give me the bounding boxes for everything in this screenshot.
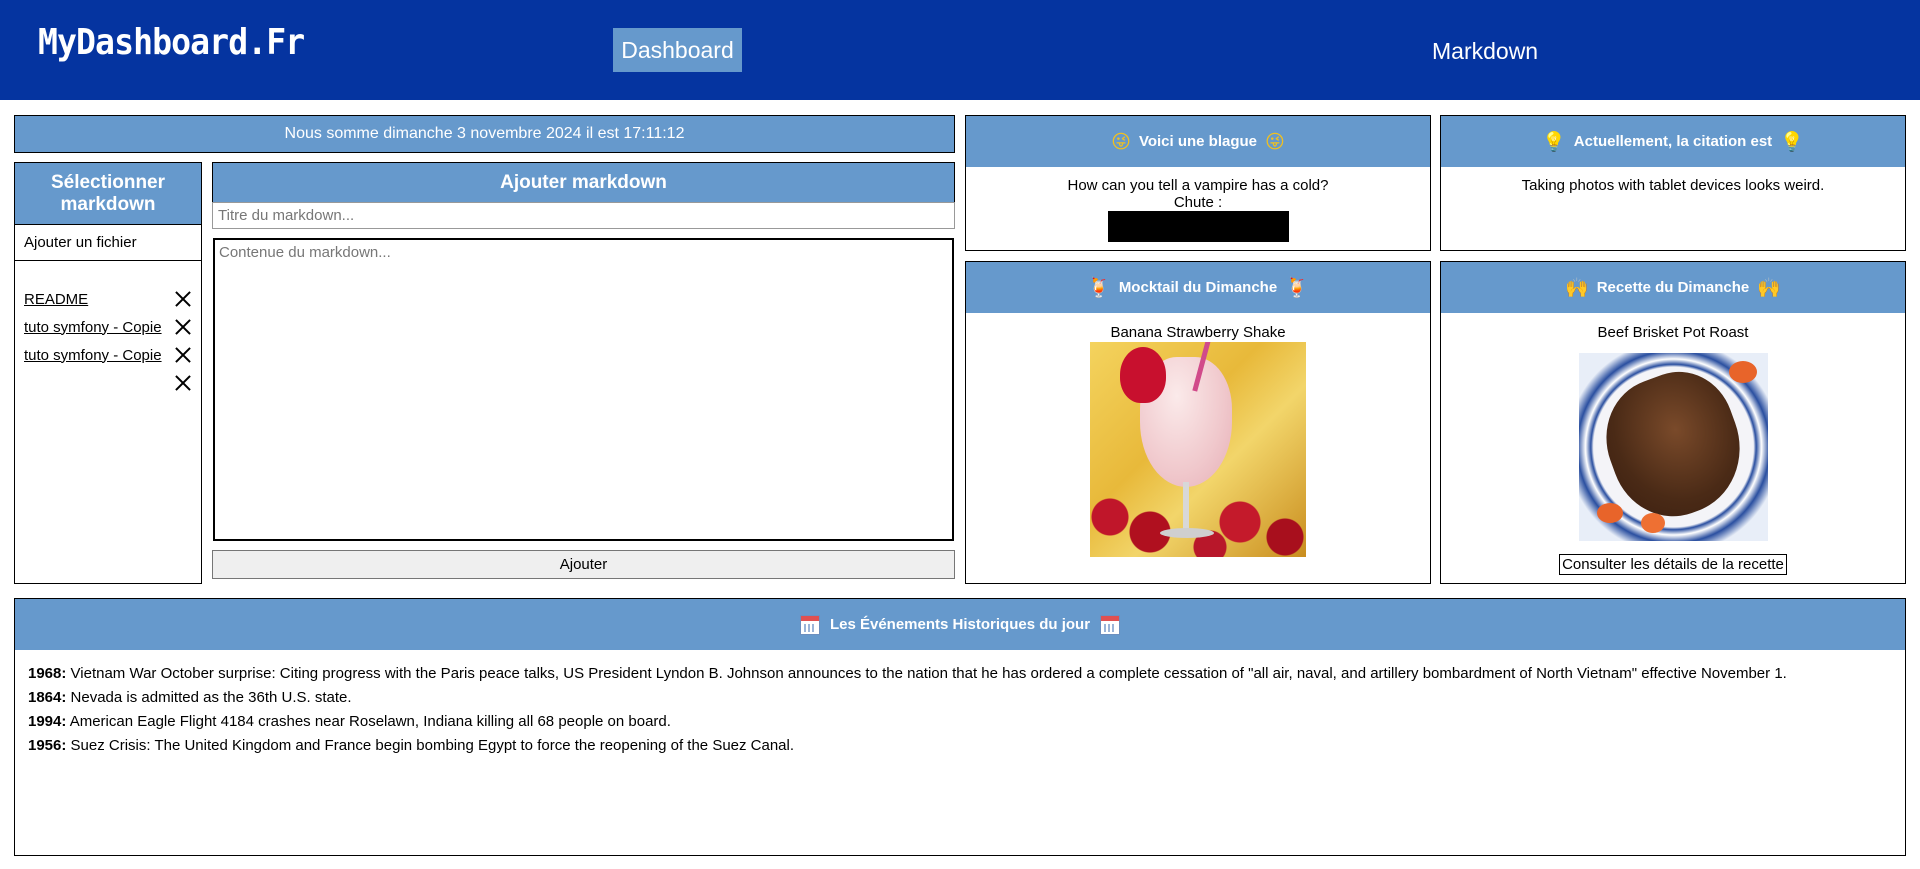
list-item: 1956: Suez Crisis: The United Kingdom an…: [28, 734, 1905, 758]
raised-hands-icon: 🙌: [1757, 277, 1781, 299]
date-banner: Nous somme dimanche 3 novembre 2024 il e…: [14, 115, 955, 153]
event-year: 1994:: [28, 713, 67, 730]
list-item: 1994: American Eagle Flight 4184 crashes…: [28, 710, 1905, 734]
list-item: tuto symfony - Copie: [24, 341, 191, 369]
joke-title: Voici une blague: [1138, 133, 1258, 150]
event-text: Vietnam War October surprise: Citing pro…: [66, 665, 1787, 682]
joke-card: 😜 Voici une blague 😜 How can you tell a …: [965, 115, 1431, 251]
joke-body: How can you tell a vampire has a cold? C…: [966, 167, 1430, 242]
site-logo[interactable]: MyDashboard.Fr: [38, 22, 305, 63]
quote-header: 💡 Actuellement, la citation est 💡: [1441, 116, 1905, 167]
select-markdown-panel: Sélectionner markdown Ajouter un fichier…: [14, 162, 202, 584]
delete-icon[interactable]: [175, 319, 191, 335]
mocktail-image: [1090, 342, 1306, 557]
add-markdown-panel: Ajouter markdown Ajouter: [212, 162, 955, 584]
list-item: 1968: Vietnam War October surprise: Citi…: [28, 662, 1905, 686]
raised-hands-icon: 🙌: [1565, 277, 1589, 299]
history-title: Les Événements Historiques du jour: [829, 616, 1091, 633]
recipe-details-button[interactable]: Consulter les détails de la recette: [1559, 554, 1787, 575]
quote-card: 💡 Actuellement, la citation est 💡 Taking…: [1440, 115, 1906, 251]
markdown-list: README tuto symfony - Copie tuto symfony…: [15, 261, 201, 397]
recipe-name: Beef Brisket Pot Roast: [1597, 324, 1749, 341]
lightbulb-icon: 💡: [1780, 131, 1804, 153]
select-markdown-title: Sélectionner markdown: [15, 163, 201, 225]
history-events-list: 1968: Vietnam War October surprise: Citi…: [15, 650, 1905, 758]
history-header: Les Événements Historiques du jour: [15, 599, 1905, 650]
recipe-body: Beef Brisket Pot Roast Consulter les dét…: [1441, 313, 1905, 575]
mocktail-body: Banana Strawberry Shake: [966, 313, 1430, 557]
recipe-image: [1578, 353, 1768, 541]
mocktail-title: Mocktail du Dimanche: [1118, 279, 1278, 296]
event-year: 1956:: [28, 737, 67, 754]
drink-icon: 🍹: [1087, 277, 1111, 299]
delete-icon[interactable]: [175, 347, 191, 363]
nav-dashboard-link[interactable]: Dashboard: [613, 28, 742, 72]
mocktail-name: Banana Strawberry Shake: [1110, 324, 1286, 341]
joke-punchline-hidden[interactable]: [1107, 211, 1289, 242]
list-item: README: [24, 285, 191, 313]
markdown-link[interactable]: tuto symfony - Copie: [24, 347, 162, 364]
event-text: American Eagle Flight 4184 crashes near …: [66, 713, 671, 730]
joke-chute-label: Chute :: [1173, 194, 1223, 211]
recipe-title: Recette du Dimanche: [1596, 279, 1750, 296]
history-card: Les Événements Historiques du jour 1968:…: [14, 598, 1906, 856]
calendar-icon: [799, 614, 820, 635]
quote-body: Taking photos with tablet devices looks …: [1441, 167, 1905, 194]
quote-title: Actuellement, la citation est: [1573, 133, 1773, 150]
nav-markdown-link[interactable]: Markdown: [1432, 38, 1538, 65]
mocktail-header: 🍹 Mocktail du Dimanche 🍹: [966, 262, 1430, 313]
event-year: 1864:: [28, 689, 67, 706]
event-year: 1968:: [28, 665, 67, 682]
event-text: Nevada is admitted as the 36th U.S. stat…: [66, 689, 352, 706]
markdown-link[interactable]: README: [24, 291, 88, 308]
recipe-header: 🙌 Recette du Dimanche 🙌: [1441, 262, 1905, 313]
markdown-content-textarea[interactable]: [213, 238, 954, 541]
markdown-link[interactable]: tuto symfony - Copie: [24, 319, 162, 336]
list-item: [24, 369, 191, 397]
list-item: tuto symfony - Copie: [24, 313, 191, 341]
joke-question: How can you tell a vampire has a cold?: [1067, 177, 1329, 194]
mocktail-card: 🍹 Mocktail du Dimanche 🍹 Banana Strawber…: [965, 261, 1431, 584]
recipe-card: 🙌 Recette du Dimanche 🙌 Beef Brisket Pot…: [1440, 261, 1906, 584]
delete-icon[interactable]: [175, 375, 191, 391]
laughing-emoji-icon: 😜: [1111, 130, 1131, 153]
lightbulb-icon: 💡: [1542, 131, 1566, 153]
add-markdown-title: Ajouter markdown: [212, 162, 955, 202]
top-navbar: MyDashboard.Fr Dashboard Markdown: [0, 0, 1920, 100]
quote-text: Taking photos with tablet devices looks …: [1521, 177, 1825, 194]
delete-icon[interactable]: [175, 291, 191, 307]
event-text: Suez Crisis: The United Kingdom and Fran…: [66, 737, 795, 754]
add-file-button[interactable]: Ajouter un fichier: [15, 225, 201, 261]
markdown-title-input[interactable]: [212, 202, 955, 229]
calendar-icon: [1100, 614, 1121, 635]
joke-header: 😜 Voici une blague 😜: [966, 116, 1430, 167]
list-item: 1864: Nevada is admitted as the 36th U.S…: [28, 686, 1905, 710]
add-markdown-button[interactable]: Ajouter: [212, 550, 955, 579]
laughing-emoji-icon: 😜: [1265, 130, 1285, 153]
drink-icon: 🍹: [1285, 277, 1309, 299]
